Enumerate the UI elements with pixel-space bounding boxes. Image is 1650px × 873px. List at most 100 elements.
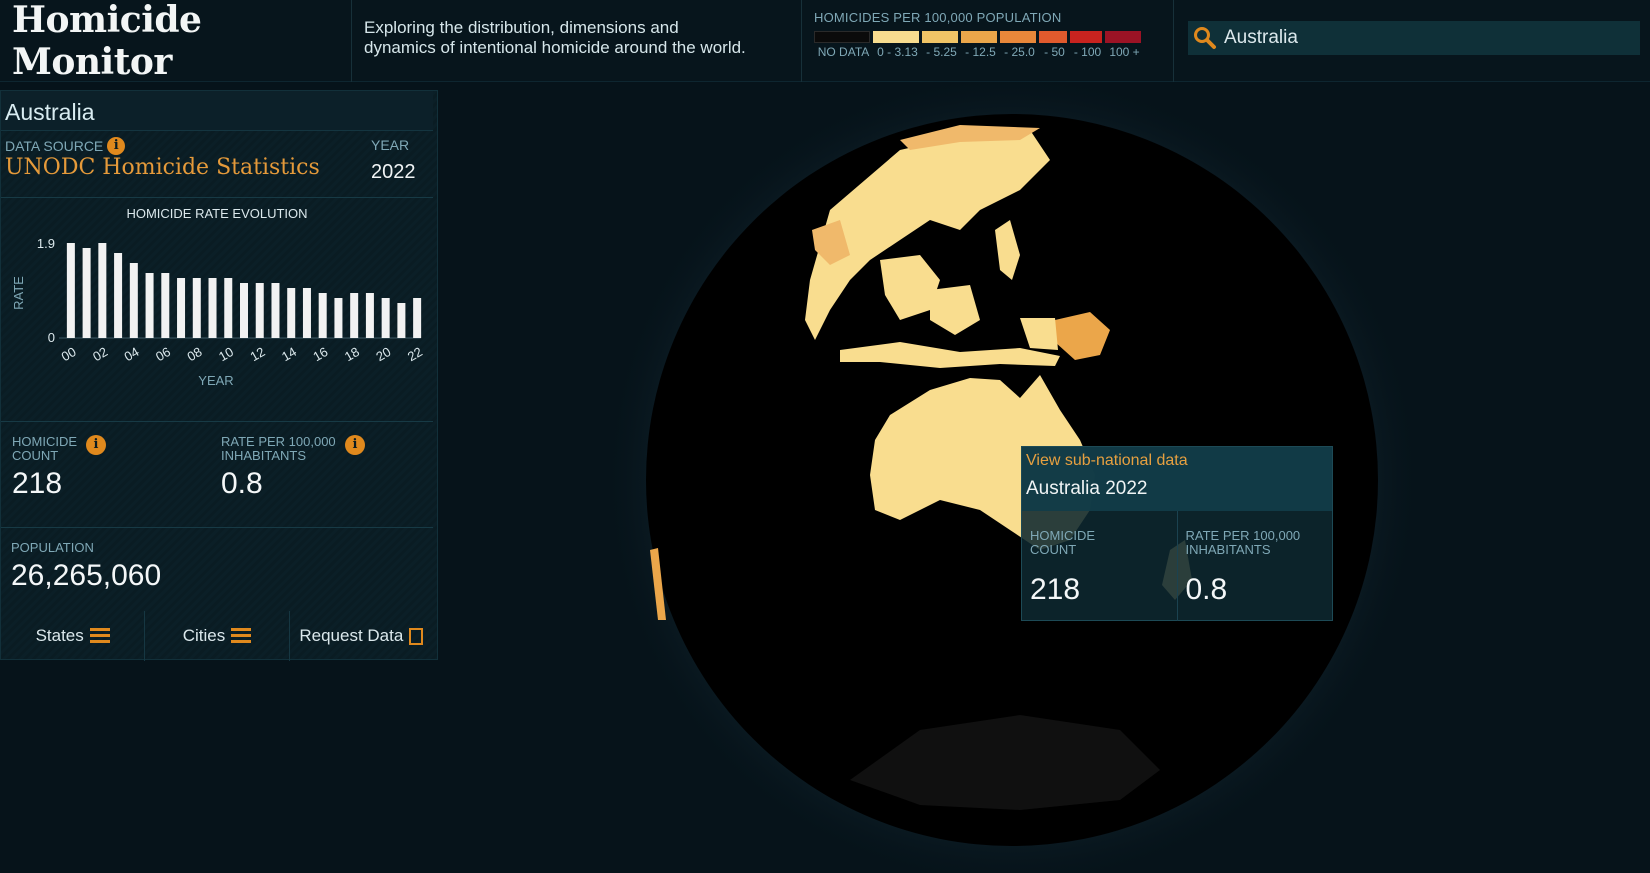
label-line: INHABITANTS xyxy=(221,448,306,463)
y-tick-label: 1.9 xyxy=(37,236,55,251)
y-axis-label: RATE xyxy=(11,276,26,310)
x-tick-label: 10 xyxy=(216,344,236,364)
legend-swatch xyxy=(922,31,958,43)
chart-title: HOMICIDE RATE EVOLUTION xyxy=(126,206,308,221)
country-panel: Australia DATA SOURCE i UNODC Homicide S… xyxy=(0,90,438,661)
tagline: Exploring the distribution, dimensions a… xyxy=(352,0,802,82)
homicide-count-value: 218 xyxy=(12,467,63,500)
chart-bar xyxy=(397,303,406,338)
brand[interactable]: Homicide Monitor xyxy=(0,0,352,83)
view-sub-national-link[interactable]: View sub-national data xyxy=(1026,452,1332,470)
homicide-count-label: HOMICIDE COUNT xyxy=(12,435,77,463)
states-button[interactable]: States xyxy=(1,611,146,661)
chart-bar xyxy=(82,248,91,338)
tooltip-count: HOMICIDE COUNT 218 xyxy=(1022,511,1177,621)
chart-bar xyxy=(240,283,248,338)
chart-bar xyxy=(318,293,327,338)
request-data-label: Request Data xyxy=(299,626,404,645)
tooltip-rate-value: 0.8 xyxy=(1185,573,1228,606)
x-tick-label: 00 xyxy=(59,344,79,364)
request-data-button[interactable]: Request Data xyxy=(290,611,433,661)
states-button-label: States xyxy=(35,626,84,645)
label-line: HOMICIDE xyxy=(1030,528,1095,543)
info-icon[interactable]: i xyxy=(107,137,126,155)
chart-bar xyxy=(192,278,201,338)
year-value: 2022 xyxy=(371,161,416,183)
x-tick-label: 18 xyxy=(342,344,362,364)
chart-bar xyxy=(161,273,170,338)
legend-swatch xyxy=(1105,31,1141,43)
country-name: Australia xyxy=(1,91,433,131)
chart-bar xyxy=(271,283,280,338)
legend-label: - 100 xyxy=(1073,45,1102,59)
rate-legend: HOMICIDES PER 100,000 POPULATION NO DATA… xyxy=(802,0,1174,82)
info-icon[interactable]: i xyxy=(86,435,106,455)
chart-bar xyxy=(208,278,217,338)
tooltip-rate: RATE PER 100,000 INHABITANTS 0.8 xyxy=(1176,511,1333,621)
info-icon[interactable]: i xyxy=(345,435,365,455)
x-tick-label: 02 xyxy=(90,344,110,364)
search-icon[interactable] xyxy=(1192,25,1218,51)
x-tick-label: 20 xyxy=(373,344,393,364)
legend-swatch xyxy=(873,31,919,43)
divider xyxy=(1,421,433,422)
x-tick-label: 08 xyxy=(185,344,205,364)
legend-labels: NO DATA 0 - 3.13 - 5.25 - 12.5 - 25.0 - 50 - 1… xyxy=(814,45,1173,59)
panel-footer: States Cities Request Data xyxy=(1,611,433,661)
tooltip-title: Australia 2022 xyxy=(1026,478,1148,499)
tooltip-count-value: 218 xyxy=(1030,573,1081,606)
tooltip-body: HOMICIDE COUNT 218 RATE PER 100,000 INHA… xyxy=(1022,511,1332,621)
list-icon xyxy=(89,628,110,644)
x-tick-label: 06 xyxy=(153,344,173,364)
cities-button-label: Cities xyxy=(182,626,226,645)
list-icon xyxy=(231,628,252,644)
data-source-label: DATA SOURCE xyxy=(5,138,104,154)
legend-swatches xyxy=(814,31,1173,43)
chart-bar xyxy=(413,298,422,338)
tooltip-rate-label: RATE PER 100,000 INHABITANTS xyxy=(1186,529,1333,557)
legend-title: HOMICIDES PER 100,000 POPULATION xyxy=(814,10,1062,25)
x-tick-label: 14 xyxy=(279,344,299,364)
population-label: POPULATION xyxy=(11,540,94,555)
search-input[interactable] xyxy=(1218,27,1618,49)
label-line: COUNT xyxy=(1030,542,1077,557)
legend-swatch xyxy=(961,31,997,43)
label-line: COUNT xyxy=(12,448,59,463)
x-tick-label: 16 xyxy=(310,344,330,364)
chart-bar xyxy=(381,298,390,338)
legend-label: 100 + xyxy=(1109,45,1140,59)
chart-bar xyxy=(287,288,296,338)
tagline-line-2: dynamics of intentional homicide around … xyxy=(364,38,746,57)
data-source-value[interactable]: UNODC Homicide Statistics xyxy=(5,155,320,180)
legend-label: - 12.5 xyxy=(965,45,996,59)
tooltip-header: View sub-national data Australia 2022 xyxy=(1022,447,1332,511)
tooltip-count-label: HOMICIDE COUNT xyxy=(1030,529,1177,557)
chart-bar xyxy=(334,298,343,338)
chart-bar xyxy=(129,263,138,338)
chart-bar xyxy=(98,243,107,338)
x-tick-label: 12 xyxy=(247,344,267,364)
chart-bar xyxy=(255,283,264,338)
legend-label: 0 - 3.13 xyxy=(877,45,918,59)
app-title: Homicide Monitor xyxy=(12,0,202,83)
year-label: YEAR xyxy=(371,137,410,153)
divider xyxy=(1,527,433,528)
tagline-line-1: Exploring the distribution, dimensions a… xyxy=(364,18,679,37)
data-source-label-row: DATA SOURCE i xyxy=(5,137,126,155)
search-box[interactable] xyxy=(1188,21,1640,55)
population-value: 26,265,060 xyxy=(11,559,162,592)
legend-swatch xyxy=(814,31,870,43)
chart-bar xyxy=(145,273,154,338)
legend-label: - 5.25 xyxy=(926,45,957,59)
label-line: INHABITANTS xyxy=(1185,542,1271,557)
x-tick-label: 04 xyxy=(122,344,142,364)
legend-swatch xyxy=(1070,31,1102,43)
legend-label: NO DATA xyxy=(817,45,870,59)
label-line: RATE PER 100,000 xyxy=(1185,528,1301,543)
y-tick-label: 0 xyxy=(48,330,55,345)
chart-bar xyxy=(365,293,374,338)
country-tooltip: View sub-national data Australia 2022 HO… xyxy=(1021,446,1333,621)
legend-label: - 50 xyxy=(1044,45,1065,59)
cities-button[interactable]: Cities xyxy=(145,611,290,661)
x-tick-label: 22 xyxy=(405,344,425,364)
